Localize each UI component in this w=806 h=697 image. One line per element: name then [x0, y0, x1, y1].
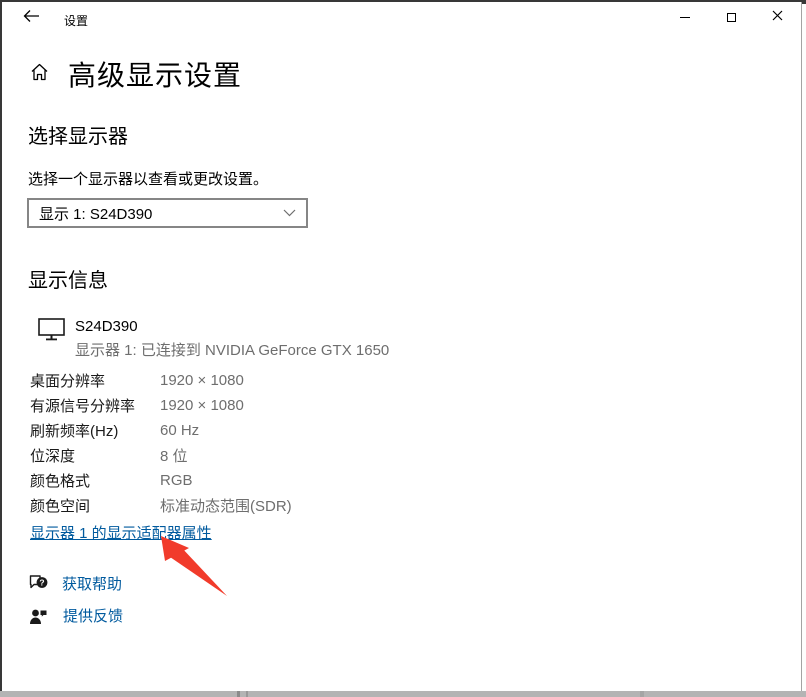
taskbar-mark: [237, 691, 240, 697]
select-display-description: 选择一个显示器以查看或更改设置。: [28, 168, 268, 189]
titlebar: 设置: [2, 2, 806, 34]
prop-value: 8 位: [160, 445, 188, 466]
table-row: 位深度 8 位: [30, 443, 292, 468]
display-selector-dropdown[interactable]: 显示 1: S24D390: [27, 198, 308, 228]
maximize-icon: [727, 13, 736, 22]
prop-label: 颜色空间: [30, 495, 160, 516]
help-bubble-icon: ?: [28, 574, 62, 593]
page-title: 高级显示设置: [68, 54, 242, 94]
get-help-label: 获取帮助: [62, 573, 122, 594]
table-row: 颜色格式 RGB: [30, 468, 292, 493]
prop-value: RGB: [160, 472, 193, 489]
select-display-heading: 选择显示器: [28, 120, 128, 149]
chevron-down-icon: [283, 204, 296, 222]
monitor-status: 显示器 1: 已连接到 NVIDIA GeForce GTX 1650: [75, 339, 389, 360]
back-button[interactable]: [10, 4, 52, 32]
minimize-button[interactable]: [662, 2, 708, 32]
feedback-link[interactable]: 提供反馈: [29, 605, 123, 626]
close-icon: [772, 8, 783, 26]
taskbar-mark: [640, 691, 644, 697]
table-row: 有源信号分辨率 1920 × 1080: [30, 393, 292, 418]
adapter-properties-link[interactable]: 显示器 1 的显示适配器属性: [30, 522, 212, 543]
display-info-heading: 显示信息: [28, 264, 108, 293]
table-row: 颜色空间 标准动态范围(SDR): [30, 493, 292, 518]
table-row: 桌面分辨率 1920 × 1080: [30, 368, 292, 393]
maximize-button[interactable]: [708, 2, 754, 32]
display-properties-table: 桌面分辨率 1920 × 1080 有源信号分辨率 1920 × 1080 刷新…: [30, 368, 292, 518]
window-title: 设置: [64, 12, 88, 29]
get-help-link[interactable]: ? 获取帮助: [28, 573, 122, 594]
close-button[interactable]: [754, 2, 800, 32]
feedback-person-icon: [29, 607, 63, 625]
prop-value: 1920 × 1080: [160, 372, 244, 389]
prop-value: 1920 × 1080: [160, 397, 244, 414]
window-right-gutter: [802, 2, 806, 693]
arrow-left-icon: [23, 9, 40, 28]
feedback-label: 提供反馈: [63, 605, 123, 626]
prop-label: 桌面分辨率: [30, 370, 160, 391]
settings-window: 设置 高级显示设置 选择显示器 选择一个显示器以查看或更改设置。: [0, 0, 806, 691]
monitor-name: S24D390: [75, 318, 138, 335]
prop-label: 颜色格式: [30, 470, 160, 491]
prop-label: 位深度: [30, 445, 160, 466]
dropdown-selected-value: 显示 1: S24D390: [39, 203, 283, 224]
monitor-icon: [38, 318, 66, 346]
minimize-icon: [680, 17, 690, 18]
prop-value: 标准动态范围(SDR): [160, 495, 292, 516]
svg-text:?: ?: [39, 577, 44, 587]
taskbar-strip: [0, 691, 806, 697]
taskbar-mark: [246, 691, 248, 697]
prop-label: 刷新频率(Hz): [30, 420, 160, 441]
table-row: 刷新频率(Hz) 60 Hz: [30, 418, 292, 443]
prop-label: 有源信号分辨率: [30, 395, 160, 416]
prop-value: 60 Hz: [160, 422, 199, 439]
home-icon: [30, 63, 49, 86]
